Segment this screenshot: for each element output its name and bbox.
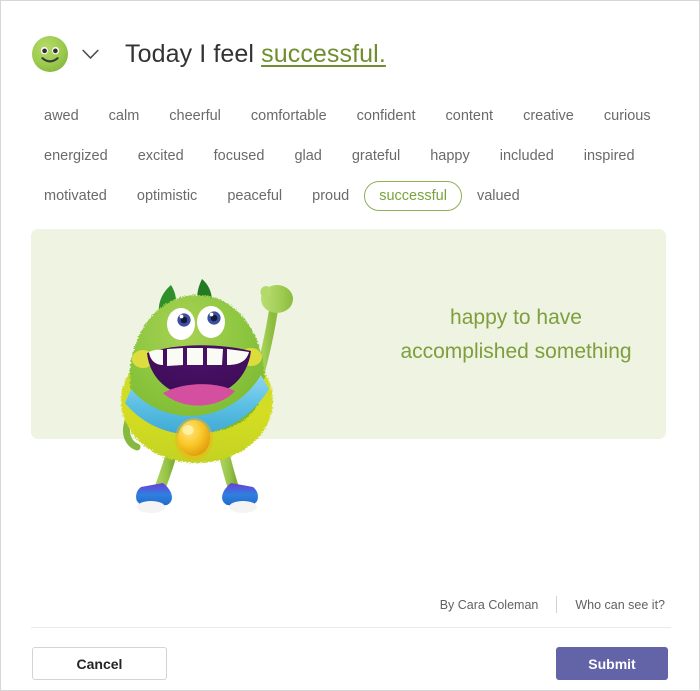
chevron-down-icon[interactable]	[77, 41, 103, 67]
feeling-word[interactable]: creative	[508, 101, 589, 131]
headline-prefix: Today I feel	[125, 39, 262, 68]
feeling-word[interactable]: content	[431, 101, 509, 131]
feeling-word[interactable]: excited	[123, 141, 199, 171]
page-title: Today I feel successful.	[125, 40, 386, 69]
attribution-divider	[556, 596, 558, 613]
feeling-word[interactable]: optimistic	[122, 181, 212, 211]
feeling-word[interactable]: included	[485, 141, 569, 171]
feeling-word[interactable]: energized	[29, 141, 123, 171]
feeling-word[interactable]: proud	[297, 181, 364, 211]
cancel-button[interactable]: Cancel	[32, 647, 167, 680]
feeling-word[interactable]: calm	[94, 101, 155, 131]
feelings-dialog: Today I feel successful. awed calm cheerfu…	[0, 0, 700, 691]
feeling-word-selected[interactable]: successful	[364, 181, 462, 211]
author-label: By Cara Coleman	[439, 597, 539, 612]
feeling-word[interactable]: cheerful	[154, 101, 236, 131]
feeling-word-list: awed calm cheerful comfortable confident cont…	[29, 101, 677, 211]
who-can-see-it-link[interactable]: Who can see it?	[575, 598, 665, 612]
smiley-face-icon[interactable]	[31, 35, 69, 73]
panel-caption: happy to have accomplished something	[371, 301, 661, 369]
feeling-word[interactable]: motivated	[29, 181, 122, 211]
submit-button[interactable]: Submit	[556, 647, 668, 680]
feeling-word[interactable]: awed	[29, 101, 94, 131]
feeling-word[interactable]: glad	[279, 141, 336, 171]
feeling-word[interactable]: grateful	[337, 141, 415, 171]
feeling-word[interactable]: curious	[589, 101, 666, 131]
feeling-word[interactable]: peaceful	[212, 181, 297, 211]
feeling-word[interactable]: comfortable	[236, 101, 342, 131]
attribution-row: By Cara Coleman Who can see it?	[440, 596, 665, 613]
selected-feeling-link[interactable]: successful.	[261, 40, 386, 68]
caption-line-2: accomplished something	[400, 340, 632, 363]
feeling-word[interactable]: valued	[462, 181, 535, 211]
dialog-header: Today I feel successful.	[31, 29, 386, 79]
illustration-panel: happy to have accomplished something	[31, 229, 666, 439]
feeling-word[interactable]: inspired	[569, 141, 650, 171]
feeling-word[interactable]: focused	[199, 141, 280, 171]
feeling-word[interactable]: happy	[415, 141, 485, 171]
feeling-word[interactable]: confident	[342, 101, 431, 131]
footer-divider	[31, 627, 671, 628]
caption-line-1: happy to have	[450, 306, 582, 329]
